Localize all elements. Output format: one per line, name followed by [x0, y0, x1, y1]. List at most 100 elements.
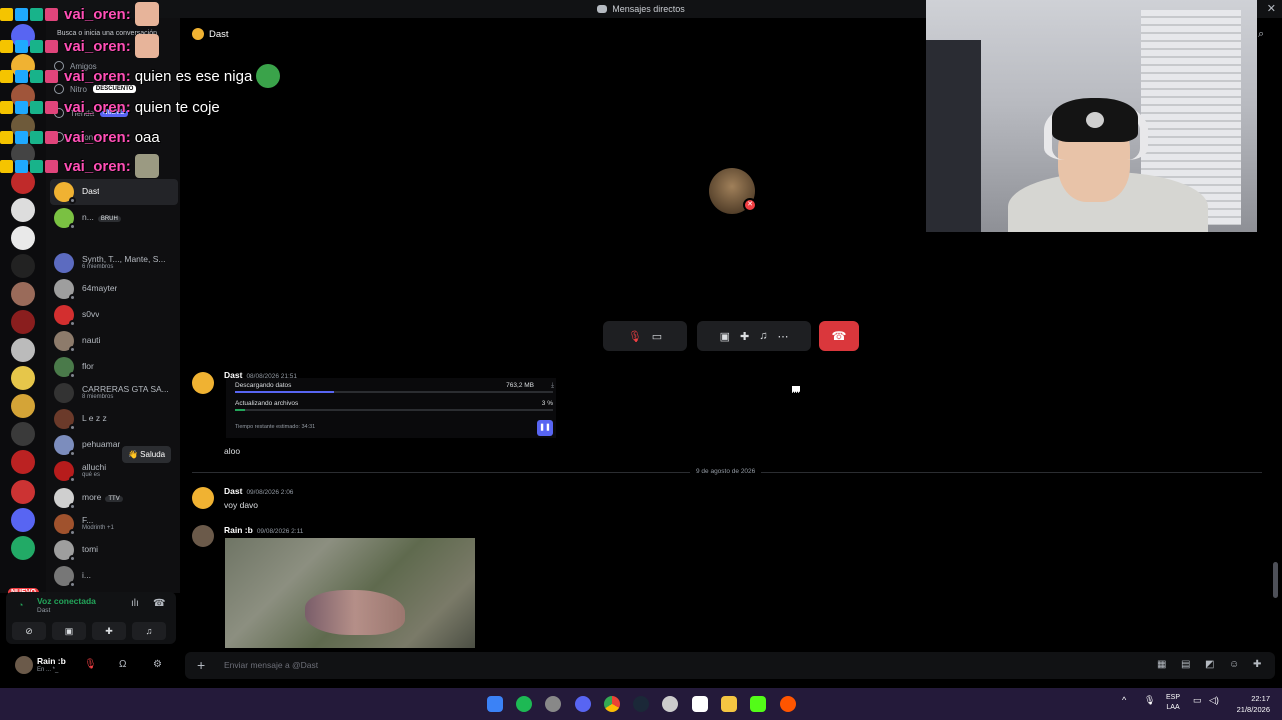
- microphone-icon[interactable]: 🎙: [1144, 695, 1155, 706]
- settings-gear-icon[interactable]: ⚙: [153, 659, 162, 670]
- dm-item[interactable]: i...: [50, 563, 178, 589]
- network-icon[interactable]: ▭: [1193, 695, 1202, 706]
- kick-icon[interactable]: [750, 696, 766, 712]
- activities-icon[interactable]: ✚: [740, 330, 749, 343]
- window-title: Mensajes directos: [612, 4, 685, 14]
- avatar: [54, 208, 76, 230]
- sticker-icon[interactable]: ◩: [1205, 659, 1214, 670]
- spotify-icon[interactable]: [516, 696, 532, 712]
- dm-item[interactable]: tomi: [50, 537, 178, 563]
- add-attachment-button[interactable]: +: [197, 657, 205, 673]
- disconnect-icon[interactable]: ☎: [153, 598, 165, 609]
- soundboard-button[interactable]: ♫: [132, 622, 166, 640]
- overlay-chat-line: vai_oren:: [0, 33, 159, 59]
- mic-muted-icon[interactable]: 🎙: [628, 330, 642, 343]
- server-icon[interactable]: [11, 394, 35, 418]
- server-icon[interactable]: [11, 536, 35, 560]
- clock[interactable]: 22:17 21/8/2026: [1237, 693, 1270, 715]
- gift-icon[interactable]: ▦: [1157, 659, 1166, 670]
- volume-icon[interactable]: ◁): [1209, 695, 1219, 706]
- wave-button[interactable]: 👋 Saluda: [122, 446, 172, 463]
- avatar: [54, 514, 76, 536]
- soundcloud-icon[interactable]: [780, 696, 796, 712]
- avatar: [54, 182, 76, 204]
- dm-item[interactable]: n... BRUH: [50, 205, 178, 231]
- dm-name: n... BRUH: [82, 213, 121, 223]
- sword-badge-icon: [15, 39, 28, 53]
- chat-scrollbar[interactable]: [1273, 562, 1278, 598]
- camera-off-icon[interactable]: ▭: [652, 330, 662, 343]
- server-icon[interactable]: [11, 282, 35, 306]
- sub-badge-icon: [30, 39, 43, 53]
- message-author[interactable]: Rain :b: [224, 525, 253, 535]
- status-dot: [69, 555, 76, 562]
- server-icon[interactable]: [11, 338, 35, 362]
- server-icon[interactable]: [11, 422, 35, 446]
- activities-button[interactable]: ✚: [92, 622, 126, 640]
- signal-icon: ◔: [18, 600, 24, 610]
- server-icon[interactable]: [11, 508, 35, 532]
- image-attachment[interactable]: [225, 538, 475, 648]
- server-icon[interactable]: [11, 254, 35, 278]
- mic-muted-icon[interactable]: 🎙: [84, 659, 97, 670]
- update-progress-bar: [235, 409, 553, 411]
- avatar[interactable]: [192, 525, 214, 547]
- steam-icon[interactable]: [633, 696, 649, 712]
- server-icon[interactable]: [11, 198, 35, 222]
- hang-up-button[interactable]: ☎: [819, 321, 859, 351]
- message-input[interactable]: Enviar mensaje a @Dast: [224, 660, 318, 670]
- dm-item[interactable]: nauti: [50, 328, 178, 354]
- tray-overflow-icon[interactable]: ^: [1122, 695, 1126, 705]
- download-progress-bar: [235, 391, 553, 393]
- overlay-username: vai_oren:: [64, 98, 131, 116]
- close-window-button[interactable]: ✕: [1267, 2, 1276, 15]
- avatar[interactable]: [192, 372, 214, 394]
- file-explorer-icon[interactable]: [721, 696, 737, 712]
- avatar[interactable]: [192, 487, 214, 509]
- app-icon[interactable]: [545, 696, 561, 712]
- chrome-icon[interactable]: [604, 696, 620, 712]
- server-icon[interactable]: [11, 450, 35, 474]
- soundboard-icon[interactable]: ♫: [759, 330, 767, 342]
- dm-item-dast[interactable]: Dast: [50, 179, 178, 205]
- headphones-icon[interactable]: Ω: [119, 659, 126, 670]
- message-time: 09/08/2026 2:11: [256, 528, 304, 535]
- call-participant-avatar[interactable]: ✕: [709, 168, 757, 214]
- camera-button[interactable]: ⊘: [12, 622, 46, 640]
- server-icon[interactable]: [11, 226, 35, 250]
- update-percent: 3 %: [541, 400, 553, 407]
- dm-item[interactable]: flor: [50, 354, 178, 380]
- screen-share-icon[interactable]: ▣: [720, 330, 730, 343]
- message-author[interactable]: Dast: [224, 486, 242, 496]
- pause-button[interactable]: ❚❚: [537, 420, 553, 436]
- start-menu-icon[interactable]: [487, 696, 503, 712]
- screen-share-button[interactable]: ▣: [52, 622, 86, 640]
- dm-name: Dast: [82, 187, 100, 197]
- noise-suppression-icon[interactable]: ılı: [131, 598, 139, 609]
- language-indicator[interactable]: ESP LAA: [1166, 693, 1180, 713]
- search-icon[interactable]: ⌕: [1258, 28, 1264, 41]
- capcut-icon[interactable]: [692, 696, 708, 712]
- emoji-icon[interactable]: ☺: [1229, 659, 1239, 670]
- gift-badge-icon: [45, 159, 58, 173]
- dm-item[interactable]: F... Modrinth +1: [50, 511, 178, 537]
- gif-icon[interactable]: ▤: [1181, 659, 1190, 670]
- download-label: Descargando datos: [235, 382, 292, 389]
- server-icon[interactable]: [11, 366, 35, 390]
- dm-item-group[interactable]: CARRERAS GTA SA... 8 miembros: [50, 380, 178, 406]
- dm-name: s0vv: [82, 310, 100, 320]
- discord-icon[interactable]: [575, 696, 591, 712]
- dm-status-pill: TTV: [105, 496, 123, 503]
- server-icon[interactable]: [11, 310, 35, 334]
- dm-item-group[interactable]: Synth, T..., Mante, S... 6 miembros: [50, 250, 178, 276]
- app-icon[interactable]: [662, 696, 678, 712]
- dm-name: pehuamar: [82, 440, 121, 450]
- dm-item[interactable]: s0vv: [50, 302, 178, 328]
- dm-item[interactable]: 64mayter: [50, 276, 178, 302]
- dm-item[interactable]: L e z z: [50, 406, 178, 432]
- apps-icon[interactable]: ✚: [1253, 659, 1261, 670]
- server-icon[interactable]: [11, 480, 35, 504]
- dm-item[interactable]: more TTV: [50, 485, 178, 511]
- avatar[interactable]: [15, 656, 33, 674]
- more-options-icon[interactable]: ⋯: [777, 330, 788, 343]
